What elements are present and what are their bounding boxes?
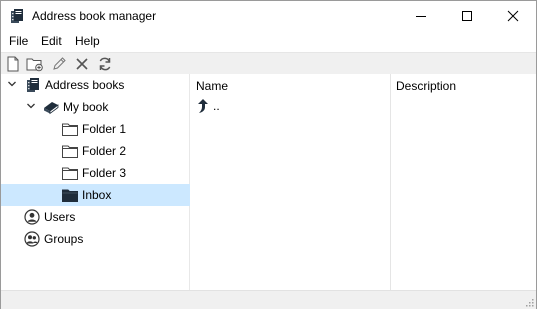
file-list: Name Description .. bbox=[191, 74, 536, 290]
delete-x-icon bbox=[76, 58, 88, 70]
menu-help[interactable]: Help bbox=[75, 34, 100, 48]
tree-item-label: Folder 2 bbox=[82, 144, 127, 158]
column-header-description[interactable]: Description bbox=[396, 79, 456, 93]
tree-item-label: Inbox bbox=[82, 188, 112, 202]
address-books-icon bbox=[11, 9, 23, 23]
menu-edit[interactable]: Edit bbox=[41, 34, 62, 48]
tree-item-users[interactable]: Users bbox=[1, 206, 190, 228]
tree-panel: Address books My book Folder 1 Folder 2 … bbox=[1, 74, 190, 290]
tree-item-folder-2[interactable]: Folder 2 bbox=[1, 140, 190, 162]
minimize-icon bbox=[416, 16, 426, 17]
tree-item-label: Users bbox=[44, 210, 76, 224]
tree-item-folder-1[interactable]: Folder 1 bbox=[1, 118, 190, 140]
folder-icon bbox=[62, 167, 78, 180]
new-folder-icon bbox=[26, 58, 43, 72]
tree-item-my-book[interactable]: My book bbox=[1, 96, 190, 118]
new-folder-button[interactable] bbox=[26, 55, 44, 73]
user-icon bbox=[24, 209, 40, 225]
menu-file[interactable]: File bbox=[9, 34, 28, 48]
delete-button[interactable] bbox=[73, 55, 91, 73]
resize-grip-icon[interactable] bbox=[524, 297, 534, 307]
tree-item-label: My book bbox=[63, 100, 109, 114]
title-bar[interactable]: Address book manager bbox=[1, 1, 536, 31]
tree-item-label: Groups bbox=[44, 232, 84, 246]
list-item-label: .. bbox=[213, 99, 220, 113]
list-item-parent[interactable]: .. bbox=[191, 96, 390, 116]
tree-item-label: Folder 3 bbox=[82, 166, 127, 180]
tree-item-inbox[interactable]: Inbox bbox=[1, 184, 190, 206]
maximize-icon bbox=[462, 11, 472, 21]
folder-icon bbox=[62, 145, 78, 158]
address-books-icon bbox=[27, 78, 39, 92]
edit-pencil-icon bbox=[53, 57, 66, 70]
app-window: Address book manager File Edit Help Addr… bbox=[0, 0, 537, 309]
close-icon bbox=[507, 10, 519, 22]
book-icon bbox=[44, 102, 59, 115]
tree-item-groups[interactable]: Groups bbox=[1, 228, 190, 250]
new-address-book-button[interactable] bbox=[4, 55, 22, 73]
tree-item-label: Address books bbox=[45, 78, 125, 92]
tree-item-folder-3[interactable]: Folder 3 bbox=[1, 162, 190, 184]
folder-filled-icon bbox=[62, 189, 78, 202]
chevron-down-icon[interactable] bbox=[7, 79, 17, 89]
refresh-icon bbox=[99, 57, 111, 71]
toolbar bbox=[1, 52, 536, 74]
folder-icon bbox=[62, 123, 78, 136]
edit-button[interactable] bbox=[50, 55, 68, 73]
close-button[interactable] bbox=[490, 1, 536, 31]
new-file-icon bbox=[7, 56, 19, 72]
column-header-name[interactable]: Name bbox=[196, 79, 228, 93]
up-arrow-icon bbox=[198, 99, 208, 113]
refresh-button[interactable] bbox=[96, 55, 114, 73]
tree-item-address-books[interactable]: Address books bbox=[1, 74, 190, 96]
status-bar bbox=[1, 290, 536, 309]
chevron-down-icon[interactable] bbox=[26, 101, 36, 111]
column-divider[interactable] bbox=[390, 74, 391, 290]
maximize-button[interactable] bbox=[444, 1, 490, 31]
window-title: Address book manager bbox=[32, 9, 157, 23]
tree-item-label: Folder 1 bbox=[82, 122, 127, 136]
menu-bar: File Edit Help bbox=[1, 32, 536, 51]
group-icon bbox=[24, 231, 40, 247]
minimize-button[interactable] bbox=[398, 1, 444, 31]
